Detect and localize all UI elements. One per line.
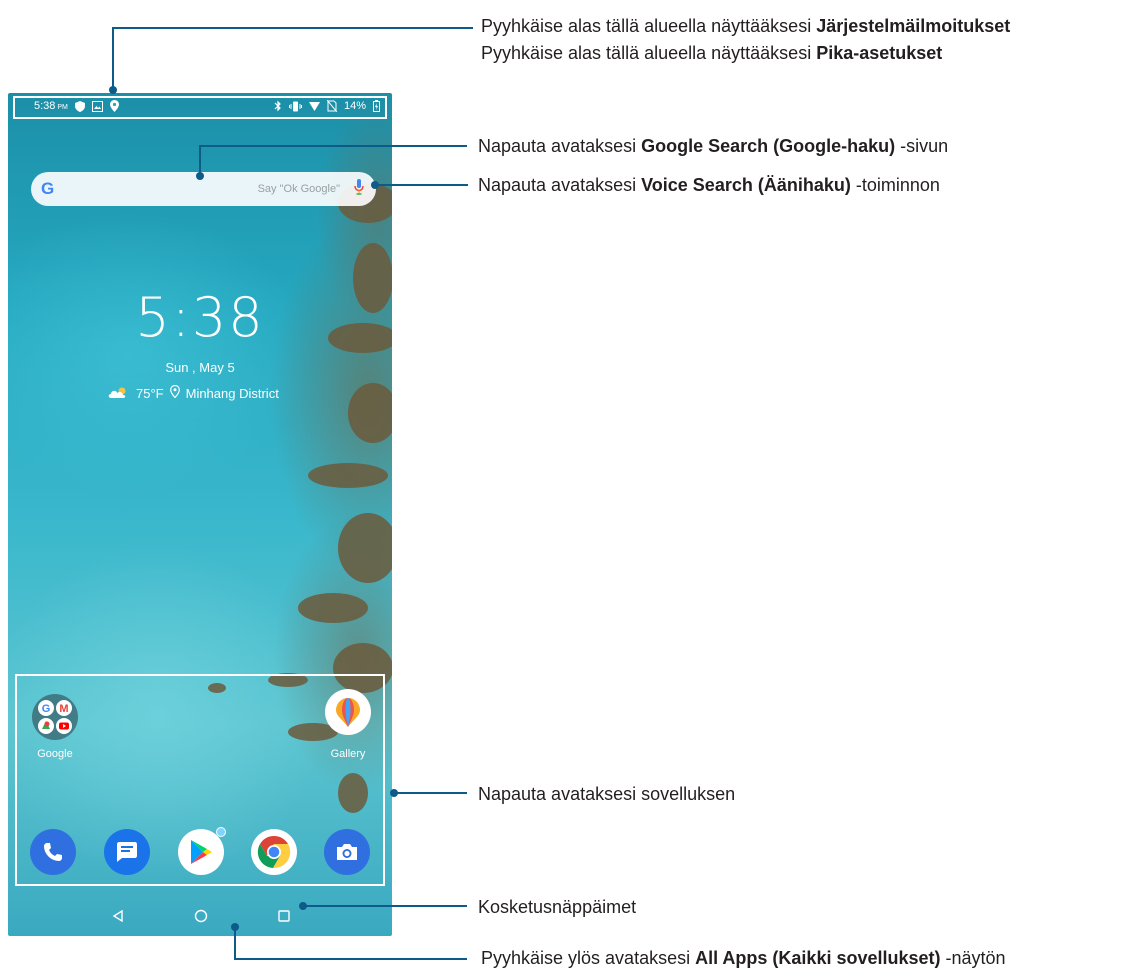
google-logo: G <box>41 179 55 198</box>
weather-temperature: 75°F <box>136 385 164 401</box>
clock-widget[interactable]: 5:38 <box>8 286 392 349</box>
weather-location: Minhang District <box>185 385 279 401</box>
callout-apps: Napauta avataksesi sovelluksen <box>478 784 736 804</box>
cloud-icon <box>108 386 130 401</box>
date-label: Sun , May 5 <box>165 360 235 375</box>
callout-all-apps: Pyyhkäise ylös avataksesi All Apps (Kaik… <box>481 948 1006 968</box>
callout-google-search: Napauta avataksesi Google Search (Google… <box>478 136 949 156</box>
search-hint: Say "Ok Google" <box>257 183 340 195</box>
callout-quick-settings: Pyyhkäise alas tällä alueella näyttääkse… <box>481 43 943 63</box>
status-bar-highlight <box>13 96 387 119</box>
apps-area-highlight <box>15 674 385 886</box>
callout-notifications: Pyyhkäise alas tällä alueella näyttääkse… <box>481 16 1011 36</box>
callout-touch-keys: Kosketusnäppäimet <box>478 897 637 917</box>
back-button[interactable] <box>106 904 130 928</box>
weather-widget[interactable]: 75°F Minhang District <box>108 384 279 401</box>
recents-button[interactable] <box>272 904 296 928</box>
navigation-bar <box>8 896 392 936</box>
callout-voice-search: Napauta avataksesi Voice Search (Äänihak… <box>478 175 940 195</box>
home-button[interactable] <box>189 904 213 928</box>
microphone-icon[interactable] <box>354 179 364 199</box>
location-pin-icon <box>169 384 180 401</box>
